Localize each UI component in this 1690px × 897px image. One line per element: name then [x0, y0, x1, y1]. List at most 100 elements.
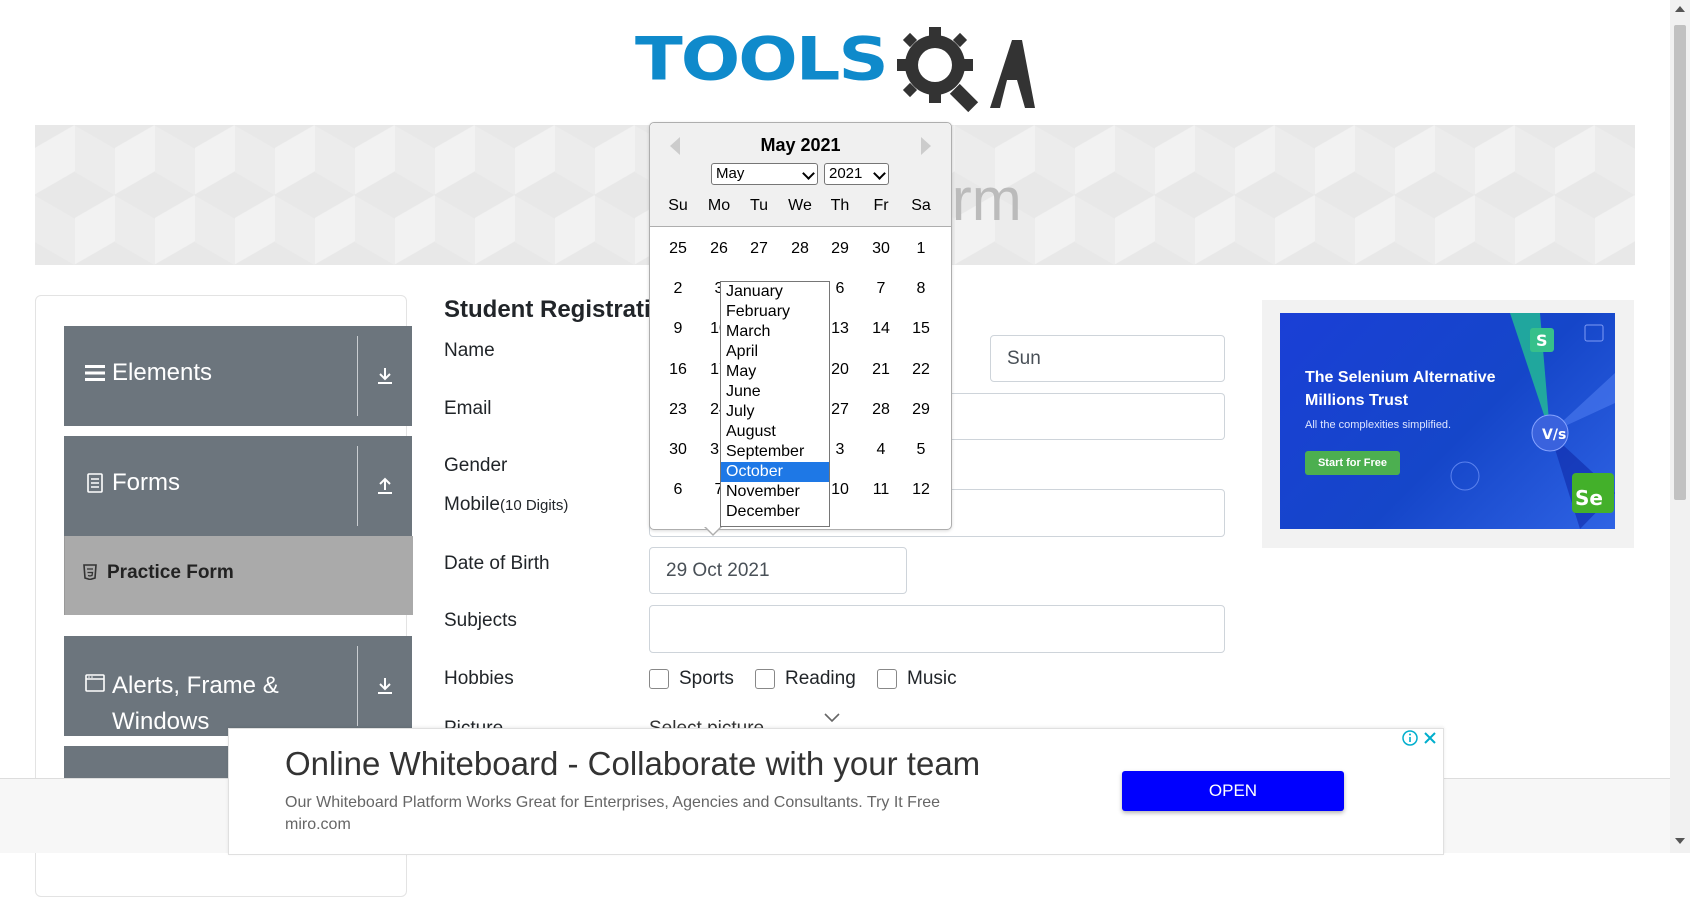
datepicker-title: May 2021	[760, 135, 841, 155]
ad-close-icon[interactable]	[1420, 728, 1440, 748]
ad-controls	[1400, 728, 1440, 748]
bottom-ad-headline[interactable]: Online Whiteboard - Collaborate with you…	[285, 745, 980, 783]
hobby-label: Music	[907, 668, 957, 689]
start-for-free-button[interactable]: Start for Free	[1305, 451, 1400, 475]
html5-icon	[83, 564, 97, 585]
calendar-day[interactable]: 29	[901, 401, 941, 419]
month-option[interactable]: May	[721, 362, 829, 382]
month-option[interactable]: April	[721, 342, 829, 362]
upload-arrow-icon[interactable]	[358, 436, 412, 536]
svg-text:V/s: V/s	[1542, 427, 1566, 443]
year-select-value: 2021	[829, 165, 863, 182]
sidebar-group-label: Forms	[112, 469, 180, 496]
scroll-up-arrow-icon[interactable]	[1675, 6, 1685, 12]
calendar-day[interactable]: 25	[658, 240, 698, 258]
calendar-day[interactable]: 29	[820, 240, 860, 258]
month-option[interactable]: February	[721, 302, 829, 322]
bottom-ad-banner[interactable]: Online Whiteboard - Collaborate with you…	[228, 728, 1444, 855]
chevron-down-icon	[873, 167, 886, 180]
weekday-label: Su	[668, 197, 688, 214]
calendar-day[interactable]: 6	[658, 481, 698, 499]
logo-tools-text: TOOLS	[635, 24, 889, 94]
alerts-label-line1: Alerts, Frame &	[112, 672, 279, 699]
toolsqa-logo[interactable]: TOOLS	[635, 20, 1035, 115]
month-option[interactable]: August	[721, 422, 829, 442]
calendar-day[interactable]: 30	[861, 240, 901, 258]
scrollbar-thumb[interactable]	[1674, 25, 1686, 500]
sidebar-item-label: Practice Form	[107, 562, 234, 583]
hobby-label: Reading	[785, 668, 856, 689]
hobby-sports-checkbox[interactable]: Sports	[649, 668, 734, 690]
month-option[interactable]: September	[721, 442, 829, 462]
sidebar-group-forms[interactable]: Forms	[64, 436, 412, 536]
datepicker-pointer-fill	[705, 526, 721, 534]
calendar-day[interactable]: 1	[901, 240, 941, 258]
bottom-ad-site[interactable]: miro.com	[285, 816, 351, 834]
calendar-day[interactable]: 5	[901, 441, 941, 459]
weekday-label: Th	[830, 197, 850, 214]
calendar-day[interactable]: 30	[658, 441, 698, 459]
month-option[interactable]: June	[721, 382, 829, 402]
calendar-day[interactable]: 27	[739, 240, 779, 258]
calendar-day[interactable]: 28	[861, 401, 901, 419]
weekday-label: Sa	[911, 197, 931, 214]
month-option[interactable]: July	[721, 402, 829, 422]
selenium-alternative-ad[interactable]: V/s S Se The Selenium Alternative Millio…	[1280, 313, 1615, 529]
sidebar-group-label: Elements	[112, 359, 213, 386]
chevron-down-icon	[802, 167, 815, 180]
calendar-day[interactable]: 26	[699, 240, 739, 258]
download-arrow-icon[interactable]	[358, 636, 412, 736]
mobile-hint: (10 Digits)	[499, 497, 569, 514]
calendar-day[interactable]: 28	[780, 240, 820, 258]
month-dropdown-list[interactable]: January February March April May June July Augu…	[720, 281, 830, 527]
chevron-down-icon[interactable]	[824, 710, 840, 728]
calendar-day[interactable]: 2	[658, 280, 698, 298]
mobile-label: Mobile(10 Digits)	[444, 494, 568, 516]
download-arrow-icon[interactable]	[358, 326, 412, 426]
sidebar-item-practice-form[interactable]: Practice Form	[64, 536, 413, 615]
weekday-label: We	[788, 197, 812, 214]
calendar-day[interactable]: 16	[658, 361, 698, 379]
dob-input[interactable]: 29 Oct 2021	[649, 547, 907, 594]
sidebar-group-alerts[interactable]: Alerts, Frame & Windows	[64, 636, 412, 736]
sidebar-group-elements[interactable]: Elements	[64, 326, 412, 426]
calendar-day[interactable]: 15	[901, 320, 941, 338]
calendar-day[interactable]: 14	[861, 320, 901, 338]
month-option[interactable]: November	[721, 482, 829, 502]
email-input[interactable]	[940, 393, 1225, 440]
calendar-day[interactable]: 21	[861, 361, 901, 379]
datepicker-header: May 2021 May 2021 Su Mo Tu We Th Fr Sa	[650, 123, 951, 227]
month-option[interactable]: October	[721, 462, 829, 482]
scroll-down-arrow-icon[interactable]	[1675, 838, 1685, 844]
month-select[interactable]: May	[711, 163, 818, 185]
calendar-day[interactable]: 7	[861, 280, 901, 298]
subjects-input[interactable]	[649, 605, 1225, 653]
checkbox-box[interactable]	[877, 669, 897, 689]
calendar-day[interactable]: 4	[861, 441, 901, 459]
checkbox-box[interactable]	[755, 669, 775, 689]
dob-label: Date of Birth	[444, 553, 550, 574]
month-option[interactable]: December	[721, 502, 829, 522]
svg-text:S: S	[1536, 331, 1548, 350]
last-name-input[interactable]: Sun	[990, 335, 1225, 382]
calendar-day[interactable]: 12	[901, 481, 941, 499]
calendar-day[interactable]: 22	[901, 361, 941, 379]
weekday-label: Fr	[873, 197, 889, 214]
open-button[interactable]: OPEN	[1122, 771, 1344, 811]
checkbox-box[interactable]	[649, 669, 669, 689]
calendar-day[interactable]: 8	[901, 280, 941, 298]
logo-qa-gear-icon	[897, 27, 1035, 113]
calendar-day[interactable]: 9	[658, 320, 698, 338]
month-option[interactable]: January	[721, 282, 829, 302]
month-option[interactable]: March	[721, 322, 829, 342]
year-select[interactable]: 2021	[824, 163, 889, 185]
bottom-ad-description: Our Whiteboard Platform Works Great for …	[285, 794, 941, 811]
hobby-reading-checkbox[interactable]: Reading	[755, 668, 856, 690]
hobby-music-checkbox[interactable]: Music	[877, 668, 957, 690]
month-select-value: May	[716, 165, 745, 182]
ad-info-icon[interactable]	[1400, 728, 1420, 748]
gender-label: Gender	[444, 455, 508, 476]
calendar-day[interactable]: 11	[861, 481, 901, 499]
calendar-day[interactable]: 23	[658, 401, 698, 419]
email-label: Email	[444, 398, 492, 419]
